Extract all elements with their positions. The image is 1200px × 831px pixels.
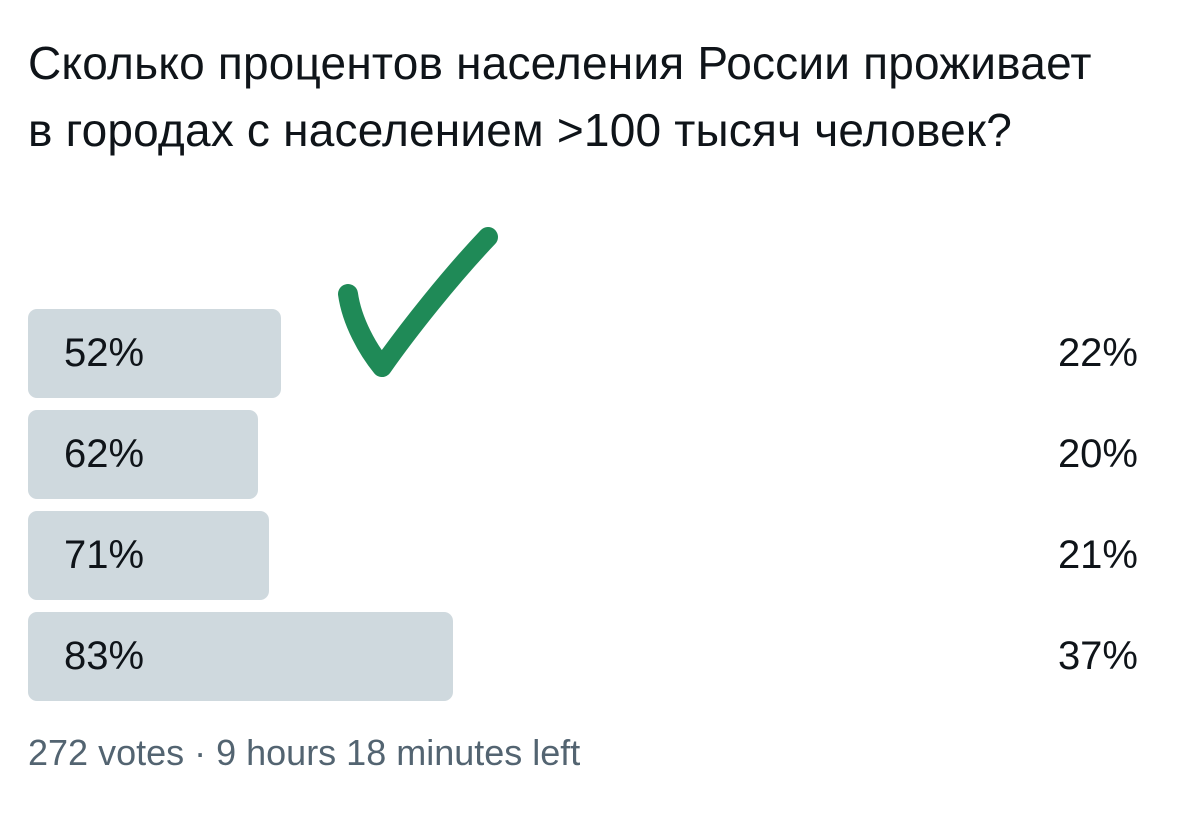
poll-options: 52% 22% 62% 20% 71% 21% 83% 37% [28,309,1138,713]
poll-option[interactable]: 83% 37% [28,612,1138,701]
poll-option-percent: 20% [1057,432,1138,476]
poll-option[interactable]: 62% 20% [28,410,1138,499]
poll-option-percent: 37% [1057,634,1138,678]
poll-option-label: 62% [64,432,145,476]
poll-option[interactable]: 71% 21% [28,511,1138,600]
poll-option-label: 52% [64,331,145,375]
poll-option-percent: 21% [1057,533,1138,577]
poll-question: Сколько процентов населения России прожи… [28,37,1092,156]
poll-footer: 272 votes · 9 hours 18 minutes left [28,732,581,773]
poll-option-label: 83% [64,634,145,678]
poll-option-label: 71% [64,533,145,577]
poll-option[interactable]: 52% 22% [28,309,1138,398]
poll-option-percent: 22% [1057,331,1138,375]
